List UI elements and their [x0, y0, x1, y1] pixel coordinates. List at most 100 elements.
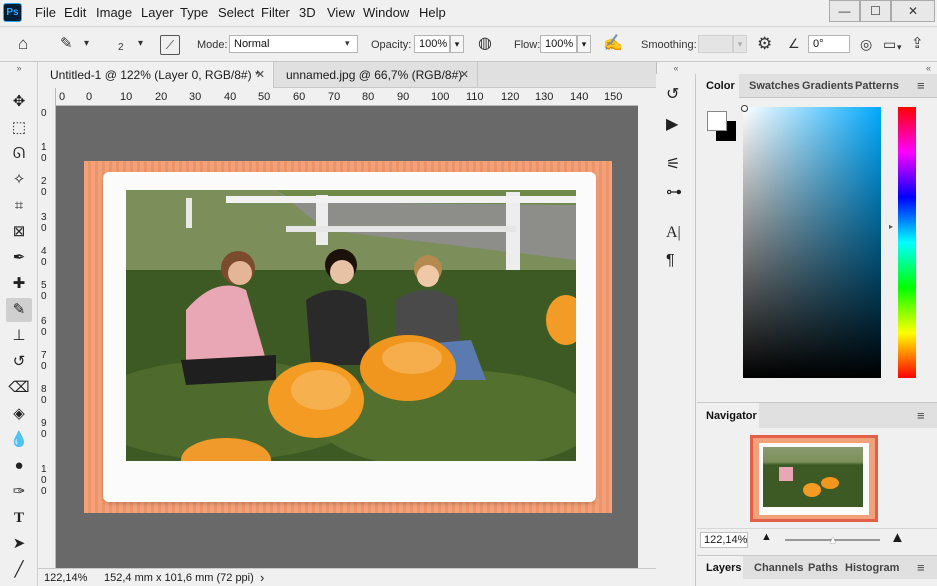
tab-paths[interactable]: Paths [808, 556, 838, 580]
brush-tool-icon[interactable]: ✎ [60, 35, 73, 53]
collapse-icon[interactable]: » [0, 62, 38, 74]
pressure-size-icon[interactable]: ◎ [860, 35, 872, 53]
navigator-zoom-input[interactable]: 122,14% [700, 532, 748, 548]
history-brush-icon[interactable]: ↺ [6, 350, 32, 374]
zoom-slider-handle[interactable]: ▲ [828, 535, 838, 546]
minimize-button[interactable]: — [829, 0, 860, 22]
brush-size-label[interactable]: 2 [118, 42, 124, 53]
tools-panel: » ✥ ⬚ ᘏ ✧ ⌗ ⊠ ✒ ✚ ✎ ⊥ ↺ ⌫ ◈ 💧 ● ✑ T ➤ ╱ [0, 62, 38, 586]
tab-color[interactable]: Color [697, 74, 739, 98]
menu-type[interactable]: Type [180, 5, 208, 20]
menu-help[interactable]: Help [419, 5, 446, 20]
tab-unnamed-jpg[interactable]: unnamed.jpg @ 66,7% (RGB/8#) ✕ [274, 62, 478, 88]
eraser-tool-icon[interactable]: ⌫ [6, 376, 32, 400]
gear-icon[interactable]: ⚙ [757, 35, 772, 53]
frame-tool-icon[interactable]: ⊠ [6, 220, 32, 244]
healing-brush-icon[interactable]: ✚ [6, 272, 32, 296]
tab-swatches[interactable]: Swatches [749, 74, 800, 98]
status-menu-arrow[interactable]: › [260, 570, 264, 585]
menu-bar: Ps File Edit Image Layer Type Select Fil… [0, 0, 937, 26]
chevron-down-icon[interactable]: ▾ [84, 35, 89, 53]
zoom-out-icon[interactable]: ▲ [761, 531, 772, 543]
tab-navigator[interactable]: Navigator [697, 403, 759, 429]
angle-input[interactable]: 0° [808, 35, 850, 53]
tab-patterns[interactable]: Patterns [855, 74, 899, 98]
menu-image[interactable]: Image [96, 5, 132, 20]
eyedropper-icon[interactable]: ✒ [6, 246, 32, 270]
navigator-thumbnail [763, 447, 863, 507]
pen-tool-icon[interactable]: ✑ [6, 480, 32, 504]
character-icon[interactable]: A| [666, 224, 681, 242]
blur-tool-icon[interactable]: 💧 [6, 428, 32, 452]
close-window-button[interactable]: ✕ [891, 0, 935, 22]
panel-menu-icon[interactable]: ≡ [917, 556, 925, 580]
panel-menu-icon[interactable]: ≡ [917, 74, 925, 98]
paragraph-icon[interactable]: ¶ [666, 252, 675, 270]
brush-settings-icon[interactable]: ⚟ [666, 154, 680, 174]
close-icon[interactable]: ✕ [460, 62, 469, 88]
hue-slider[interactable] [898, 107, 916, 378]
foreground-color-swatch-top[interactable] [707, 111, 727, 131]
menu-layer[interactable]: Layer [141, 5, 174, 20]
mode-select[interactable]: Normal [229, 35, 358, 53]
smoothing-input[interactable] [698, 35, 733, 53]
share-icon[interactable]: ⇪ [911, 35, 924, 53]
navigator-preview[interactable] [750, 435, 878, 522]
marquee-tool-icon[interactable]: ⬚ [6, 116, 32, 140]
collapse-icon[interactable]: « [656, 62, 696, 74]
dodge-tool-icon[interactable]: ● [6, 454, 32, 478]
paint-bucket-icon[interactable]: ◈ [6, 402, 32, 426]
tab-channels[interactable]: Channels [754, 556, 804, 580]
lasso-tool-icon[interactable]: ᘏ [6, 142, 32, 166]
hue-slider-handle[interactable]: ▸ [889, 222, 893, 231]
family-photo [126, 190, 576, 461]
brush-tool-icon[interactable]: ✎ [6, 298, 32, 322]
close-icon[interactable]: ✕ [256, 62, 265, 88]
vertical-ruler[interactable]: 0 10 20 30 40 50 60 70 80 90 100 [38, 88, 56, 568]
menu-filter[interactable]: Filter [261, 5, 290, 20]
ruler-tick-label: 20 [41, 176, 47, 198]
move-tool-icon[interactable]: ✥ [6, 90, 32, 114]
chevron-down-icon[interactable]: ▾ [897, 38, 902, 56]
opacity-chevron[interactable]: ▾ [450, 35, 464, 53]
menu-view[interactable]: View [327, 5, 355, 20]
document-canvas[interactable] [84, 161, 612, 513]
restore-button[interactable]: ☐ [860, 0, 891, 22]
chevron-down-icon[interactable]: ▾ [138, 35, 143, 53]
collapse-icon[interactable]: « [696, 62, 937, 74]
line-tool-icon[interactable]: ╱ [6, 558, 32, 582]
opacity-input[interactable]: 100% [414, 35, 450, 53]
ruler-tick-label: 80 [362, 91, 375, 103]
flow-input[interactable]: 100% [540, 35, 577, 53]
zoom-level[interactable]: 122,14% [44, 572, 87, 584]
smoothing-chevron[interactable]: ▾ [733, 35, 747, 53]
color-picker-handle[interactable] [741, 105, 748, 112]
zoom-in-icon[interactable]: ▲ [890, 529, 905, 546]
panel-menu-icon[interactable]: ≡ [917, 403, 925, 427]
menu-file[interactable]: File [35, 5, 56, 20]
menu-edit[interactable]: Edit [64, 5, 86, 20]
pressure-opacity-icon[interactable]: ◍ [478, 35, 492, 53]
menu-3d[interactable]: 3D [299, 5, 316, 20]
stamp-tool-icon[interactable]: ⊥ [6, 324, 32, 348]
menu-select[interactable]: Select [218, 5, 254, 20]
magic-wand-icon[interactable]: ✧ [6, 168, 32, 192]
tab-layers[interactable]: Layers [697, 556, 743, 580]
tab-histogram[interactable]: Histogram [845, 556, 899, 580]
tab-untitled-1[interactable]: Untitled-1 @ 122% (Layer 0, RGB/8#) * ✕ [38, 62, 274, 88]
crop-tool-icon[interactable]: ⌗ [6, 194, 32, 218]
brush-settings-icon[interactable]: ⟋ [160, 35, 180, 55]
home-icon[interactable]: ⌂ [18, 35, 28, 53]
history-icon[interactable]: ↺ [666, 84, 679, 104]
menu-window[interactable]: Window [363, 5, 409, 20]
symmetry-icon[interactable]: ▭ [883, 35, 896, 53]
tab-gradients[interactable]: Gradients [802, 74, 853, 98]
horizontal-ruler[interactable]: 0 0 10 20 30 40 50 60 70 80 90 100 110 1… [56, 88, 638, 106]
clone-source-icon[interactable]: ⊶ [666, 182, 682, 202]
path-selection-icon[interactable]: ➤ [6, 532, 32, 556]
color-field[interactable] [743, 107, 881, 378]
flow-chevron[interactable]: ▾ [577, 35, 591, 53]
actions-icon[interactable]: ▶ [666, 114, 678, 134]
airbrush-icon[interactable]: ✍ [603, 35, 623, 53]
type-tool-icon[interactable]: T [6, 506, 32, 530]
